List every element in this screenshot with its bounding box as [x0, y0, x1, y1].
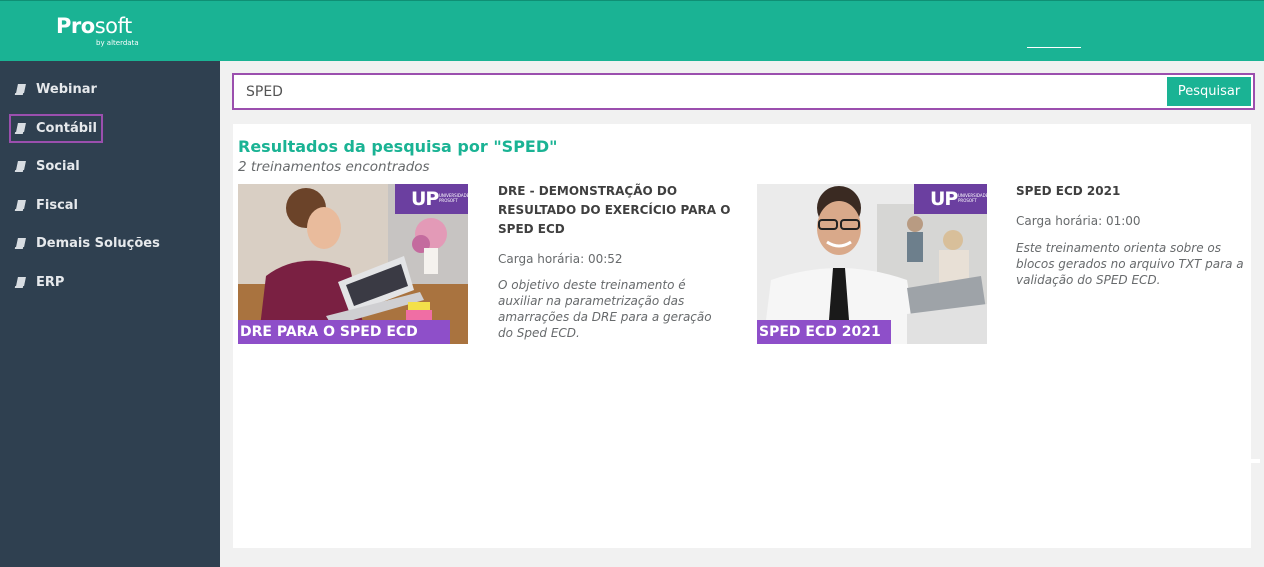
course-description: O objetivo deste treinamento é auxiliar … — [498, 278, 712, 340]
course-title[interactable]: SPED ECD 2021 — [1016, 182, 1256, 201]
sidebar-item-webinar[interactable]: Webinar — [9, 75, 103, 104]
sidebar-item-fiscal[interactable]: Fiscal — [9, 191, 84, 220]
book-icon — [15, 200, 25, 211]
sidebar-item-label: Contábil — [36, 121, 97, 136]
logo-wordmark: Prosoft — [56, 14, 132, 38]
results-panel: Resultados da pesquisa por "SPED" 2 trei… — [233, 124, 1251, 548]
book-icon — [15, 277, 25, 288]
sidebar-item-contabil[interactable]: Contábil — [9, 114, 103, 143]
results-title: Resultados da pesquisa por "SPED" — [238, 137, 558, 156]
course-title[interactable]: DRE - DEMONSTRAÇÃO DO RESULTADO DO EXERC… — [498, 182, 738, 239]
sidebar-item-label: Social — [36, 159, 80, 174]
search-button[interactable]: Pesquisar — [1167, 77, 1251, 106]
thumbnail-label: DRE PARA O SPED ECD — [238, 320, 450, 344]
sidebar: Webinar Contábil Social Fiscal Demais So… — [0, 61, 220, 567]
scrollbar-marker — [1251, 459, 1260, 463]
course-thumbnail[interactable]: UP UNIVERSIDADE PROSOFT SPED ECD 2021 — [757, 184, 987, 344]
search-bar: Pesquisar — [232, 73, 1255, 110]
course-hours: Carga horária: 01:00 — [1016, 214, 1141, 228]
top-header: Prosoft by alterdata — [0, 0, 1264, 61]
results-count: 2 treinamentos encontrados — [238, 159, 430, 175]
book-icon — [15, 161, 25, 172]
up-badge: UP UNIVERSIDADE PROSOFT — [395, 184, 468, 214]
sidebar-item-erp[interactable]: ERP — [9, 268, 70, 297]
prosoft-logo[interactable]: Prosoft by alterdata — [56, 14, 139, 47]
book-icon — [15, 238, 25, 249]
sidebar-item-label: ERP — [36, 275, 65, 290]
thumbnail-label: SPED ECD 2021 — [757, 320, 891, 344]
sidebar-item-social[interactable]: Social — [9, 152, 86, 181]
sidebar-item-label: Webinar — [36, 82, 97, 97]
up-badge: UP UNIVERSIDADE PROSOFT — [914, 184, 987, 214]
sidebar-item-demais-solucoes[interactable]: Demais Soluções — [9, 229, 166, 258]
header-underline[interactable] — [1027, 47, 1081, 48]
logo-tagline: by alterdata — [96, 39, 139, 47]
course-description: Este treinamento orienta sobre os blocos… — [1016, 241, 1244, 287]
course-thumbnail[interactable]: UP UNIVERSIDADE PROSOFT DRE PARA O SPED … — [238, 184, 468, 344]
search-input[interactable] — [236, 77, 1166, 106]
sidebar-item-label: Fiscal — [36, 198, 79, 213]
book-icon — [15, 84, 25, 95]
book-icon — [15, 123, 25, 134]
sidebar-item-label: Demais Soluções — [36, 236, 160, 251]
course-hours: Carga horária: 00:52 — [498, 252, 623, 266]
